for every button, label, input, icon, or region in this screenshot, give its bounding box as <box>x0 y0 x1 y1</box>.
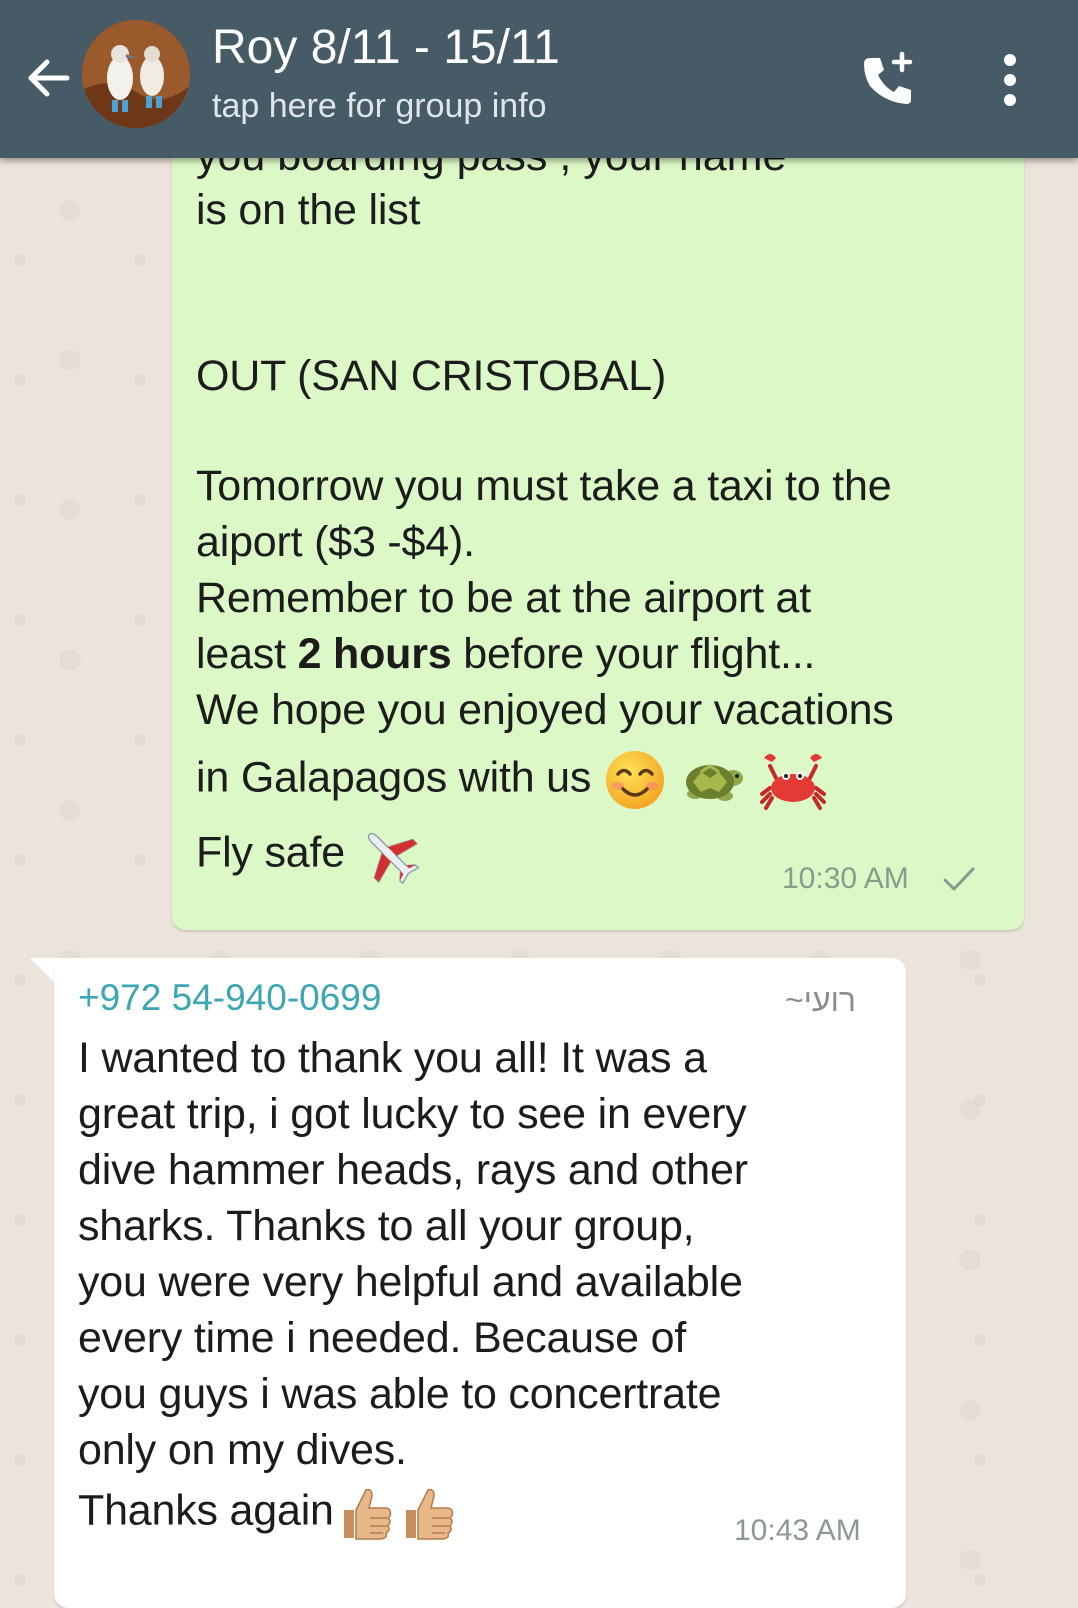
outgoing-message[interactable]: you boarding pass , your name is on the … <box>172 100 1024 930</box>
add-call-button[interactable] <box>848 40 928 120</box>
group-info-link[interactable]: tap here for group info <box>212 86 547 126</box>
message-text: least 2 hours before your flight... <box>196 626 815 683</box>
group-photo-icon <box>82 20 190 128</box>
message-text: is on the list <box>196 186 421 234</box>
message-text: We hope you enjoyed your vacations <box>196 686 894 734</box>
message-text: I wanted to thank you all! It was a <box>78 1034 707 1082</box>
incoming-message[interactable]: +972 54-940-0699 ~רועי I wanted to thank… <box>54 958 906 1608</box>
back-button[interactable] <box>18 48 78 108</box>
crab-icon <box>760 754 827 810</box>
smiling-face-icon <box>605 751 664 809</box>
airplane-icon <box>367 832 420 885</box>
thumbs-up-icon <box>405 1488 454 1540</box>
message-text: you guys i was able to concertrate <box>78 1370 722 1418</box>
thumbs-up-icon <box>343 1488 392 1540</box>
avatar[interactable] <box>82 20 190 128</box>
chat-title[interactable]: Roy 8/11 - 15/11 <box>212 20 560 76</box>
message-text: Tomorrow you must take a taxi to the <box>196 462 892 510</box>
message-text: Remember to be at the airport at <box>196 574 812 622</box>
chat-header: Roy 8/11 - 15/11 tap here for group info <box>0 0 1078 158</box>
message-text: before your flight... <box>451 630 816 678</box>
message-text: sharks. Thanks to all your group, <box>78 1202 695 1250</box>
bold-text: 2 hours <box>297 630 452 678</box>
message-text: least <box>196 630 298 678</box>
message-text: in Galapagos with us <box>196 748 827 812</box>
message-text: in Galapagos with us <box>196 753 592 802</box>
message-text: dive hammer heads, rays and other <box>78 1146 748 1194</box>
message-text: only on my dives. <box>78 1426 407 1474</box>
message-text: every time i needed. Because of <box>78 1314 687 1362</box>
check-icon <box>943 867 975 891</box>
phone-add-icon <box>864 51 913 104</box>
back-arrow-icon <box>28 59 70 97</box>
message-heading: OUT (SAN CRISTOBAL) <box>196 352 667 400</box>
message-text: aiport ($3 -$4). <box>196 518 475 566</box>
message-text: you were very helpful and available <box>78 1258 743 1306</box>
message-text: Thanks again <box>78 1482 458 1544</box>
sender-phone[interactable]: +972 54-940-0699 <box>78 976 381 1020</box>
message-text: Thanks again <box>78 1486 334 1535</box>
more-options-button[interactable] <box>980 40 1040 120</box>
message-time: 10:43 AM <box>734 1514 861 1547</box>
sender-name: ~רועי <box>784 982 856 1018</box>
turtle-icon <box>685 764 743 801</box>
message-time: 10:30 AM <box>782 862 909 895</box>
more-vertical-icon <box>1004 54 1016 106</box>
message-text: Fly safe <box>196 822 423 888</box>
message-text: Fly safe <box>196 828 345 877</box>
message-text: great trip, i got lucky to see in every <box>78 1090 747 1138</box>
